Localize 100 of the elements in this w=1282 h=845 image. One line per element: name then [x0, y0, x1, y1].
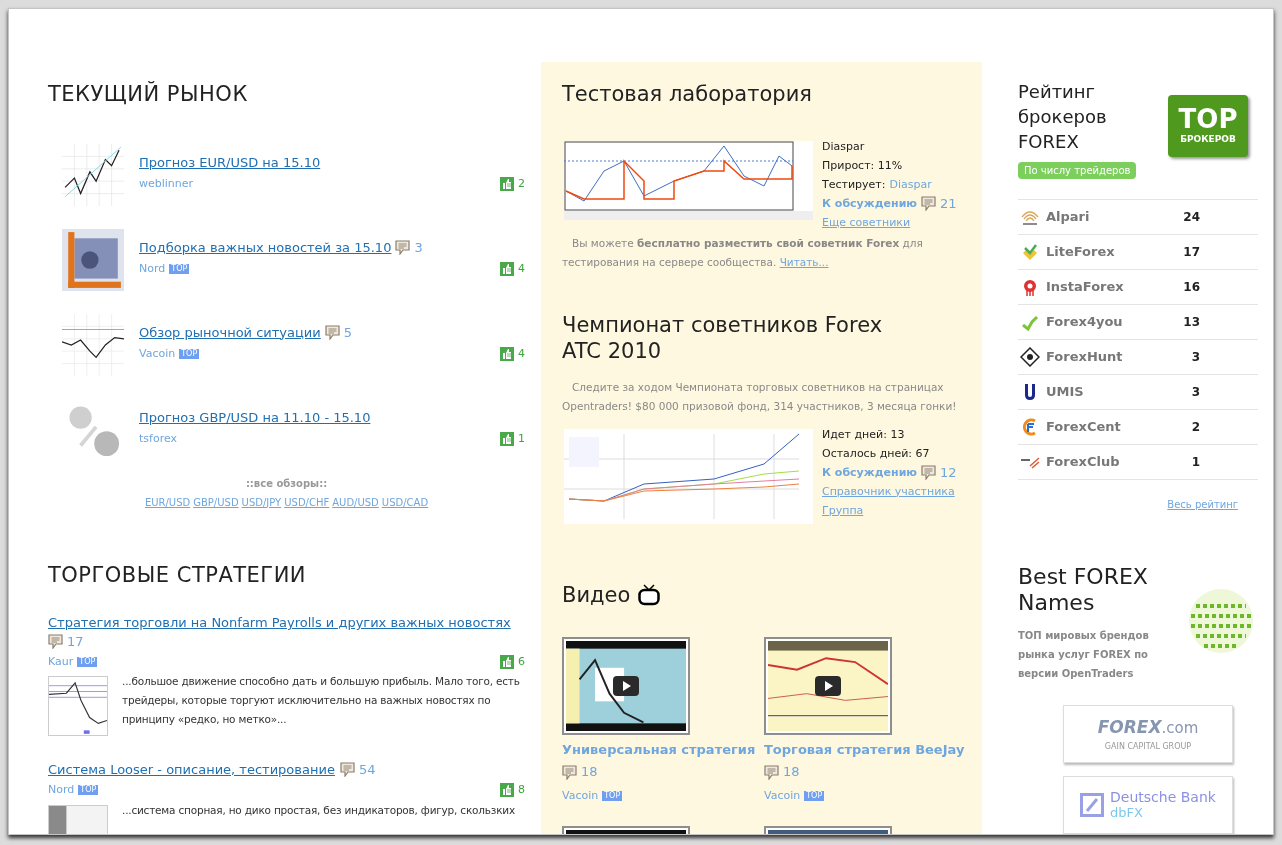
currency-pair-link[interactable]: USD/JPY [241, 494, 282, 510]
rating-count: 6 [518, 653, 525, 670]
author-link[interactable]: tsforex [139, 431, 177, 448]
article-excerpt: ...система спорная, но дико простая, без индикаторов, фигур, скользких [122, 802, 515, 818]
section-title: Best FOREX Names [1018, 564, 1149, 616]
lab-note: Вы можете бесплатно разместить свой советник Forex для тестирования на сервере сообщества. Читать... [562, 235, 924, 270]
section-title: Тестовая лаборатория [562, 81, 813, 108]
trader-count: 3 [1190, 384, 1200, 401]
forex-com-banner[interactable]: FOREX.com GAIN CAPITAL GROUP [1063, 705, 1233, 763]
comment-count: 21 [940, 194, 957, 213]
championship-link[interactable]: Справочник участника [822, 481, 957, 501]
rating-count: 2 [518, 176, 525, 192]
article-link[interactable]: Стратегия торговли на Nonfarm Payrolls и других важных новостях [48, 615, 511, 630]
top-author-tag: TOP [78, 785, 99, 796]
broker-link[interactable]: Forex4you [1046, 312, 1166, 332]
names-subtitle: ТОП мировых брендов рынка услуг FOREX по версии OpenTraders [1018, 629, 1150, 681]
broker-link[interactable]: ForexClub [1046, 452, 1166, 472]
tester-label: Тестирует: [822, 176, 886, 193]
thumbs-up-icon [500, 262, 514, 277]
tester-link[interactable]: Diaspar [889, 174, 932, 194]
section-title: ТЕКУЩИЙ РЫНОК [48, 80, 249, 108]
article-link[interactable]: Прогноз GBP/USD на 11.10 - 15.10 [139, 407, 371, 427]
video-title-link[interactable]: Торговая стратегия BeeJay [764, 740, 966, 760]
currency-pair-link[interactable]: EUR/USD [144, 494, 191, 510]
currency-pair-link[interactable]: AUD/USD [332, 494, 379, 510]
banner-suffix: dbFX [1110, 805, 1144, 820]
section-title: ТОРГОВЫЕ СТРАТЕГИИ [48, 561, 308, 589]
trader-count: 2 [1190, 419, 1200, 436]
currency-pair-link[interactable]: USD/CHF [284, 494, 330, 510]
broker-link[interactable]: Alpari [1046, 207, 1166, 227]
discussion-link[interactable]: К обсуждению [822, 193, 918, 213]
slash-square-icon [1080, 793, 1105, 817]
days-passed: Идет дней: 13 [822, 426, 906, 443]
full-rating-link[interactable]: Весь рейтинг [1167, 497, 1238, 512]
read-more-link[interactable]: Читать... [779, 255, 829, 268]
article-link[interactable]: Система Looser - описание, тестирование [48, 762, 335, 777]
author-link[interactable]: Vacoin [562, 787, 599, 804]
comment-count: 18 [581, 763, 598, 782]
trader-count: 16 [1182, 279, 1200, 296]
author-link[interactable]: Nord [139, 261, 166, 278]
trader-count: 3 [1190, 349, 1200, 366]
broker-link[interactable]: ForexHunt [1046, 347, 1166, 367]
championship-text: Следите за ходом Чемпионата торговых советников на страницах Opentraders! $80 000 призовой фонд, 314 участников, 3 месяца гонки! [562, 379, 958, 414]
comment-count: 5 [343, 323, 353, 342]
broker-link[interactable]: UMIS [1046, 382, 1166, 402]
article-link[interactable]: Обзор рыночной ситуации [139, 322, 321, 342]
speech-bubble-icon [340, 762, 355, 777]
thumbs-up-icon [500, 654, 514, 669]
author-link[interactable]: Nord [48, 782, 75, 799]
rating-count: 4 [518, 261, 525, 277]
author-link[interactable]: Kaur [48, 653, 74, 670]
trader-count: 1 [1190, 454, 1200, 471]
top-author-tag: TOP [169, 264, 190, 275]
banner-tagline: GAIN CAPITAL GROUP [1104, 740, 1192, 753]
days-left: Осталось дней: 67 [822, 445, 931, 462]
article-link[interactable]: Подборка важных новостей за 15.10 [139, 237, 392, 257]
bot-name: Diaspar [822, 138, 866, 155]
rating-count: 4 [518, 346, 525, 362]
thumbs-up-icon [500, 432, 514, 447]
banner-brand: FOREX [1097, 716, 1162, 740]
speech-bubble-icon [921, 464, 937, 480]
speech-bubble-icon [921, 195, 937, 211]
banner-brand: Deutsche Bank [1110, 790, 1216, 805]
more-advisors-link[interactable]: Еще советники [822, 212, 957, 232]
broker-link[interactable]: ForexCent [1046, 417, 1166, 437]
author-link[interactable]: Vacoin [764, 787, 801, 804]
play-icon [815, 676, 841, 696]
discussion-link[interactable]: К обсуждению [822, 462, 918, 482]
broker-logo-icon [1020, 347, 1040, 367]
author-link[interactable]: Vacoin [139, 346, 176, 363]
speech-bubble-icon [562, 764, 577, 780]
video-title-link[interactable]: Универсальная стратегия [562, 740, 764, 760]
thumbs-up-icon [500, 177, 514, 192]
broker-link[interactable]: InstaForex [1046, 277, 1166, 297]
speech-bubble-icon [764, 764, 779, 780]
championship-link[interactable]: Группа [822, 500, 957, 520]
section-title: Чемпионат советников Forex ATC 2010 [562, 311, 884, 364]
tv-icon [638, 584, 661, 607]
currency-pair-link[interactable]: USD/CAD [381, 494, 429, 510]
top-author-tag: TOP [804, 790, 825, 801]
logo-title: TOP [1178, 105, 1238, 134]
author-link[interactable]: weblinner [139, 176, 194, 193]
logo-subtitle: БРОКЕРОВ [1180, 133, 1236, 147]
comment-count: 17 [67, 632, 84, 651]
speech-bubble-icon [48, 634, 63, 649]
trader-count: 13 [1182, 314, 1200, 331]
comment-count: 3 [414, 238, 423, 257]
thumbs-up-icon [500, 783, 514, 798]
thumbs-up-icon [500, 347, 514, 362]
comment-count: 18 [783, 763, 800, 782]
trader-count: 17 [1182, 244, 1200, 261]
banner-suffix: .com [1161, 718, 1199, 740]
section-title: Рейтинг брокеров FOREX [1018, 80, 1108, 154]
deutsche-bank-banner[interactable]: Deutsche Bank dbFX [1063, 776, 1233, 834]
growth-stat: Прирост: 11% [822, 157, 904, 174]
broker-link[interactable]: LiteForex [1046, 242, 1166, 262]
top-author-tag: TOP [179, 349, 200, 360]
play-icon [613, 676, 639, 696]
article-link[interactable]: Прогноз EUR/USD на 15.10 [139, 152, 321, 172]
currency-pair-link[interactable]: GBP/USD [193, 494, 239, 510]
